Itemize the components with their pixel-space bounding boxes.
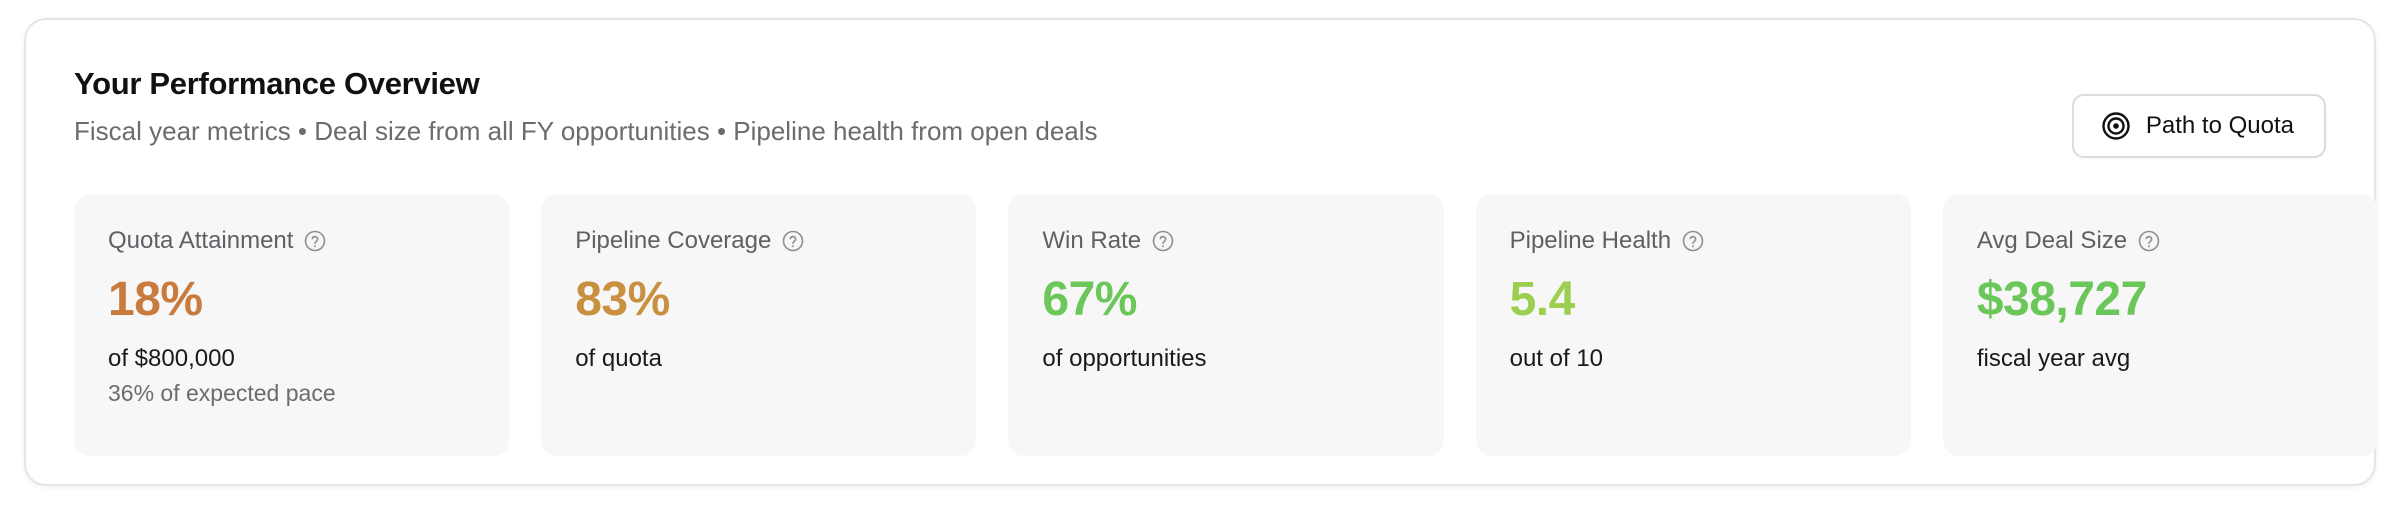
metric-label: Pipeline Health [1509,227,1672,254]
metric-value: 18% [108,273,203,326]
metric-description: of $800,000 [108,345,235,372]
metric-label: Quota Attainment [108,227,294,254]
metric-card-pipeline-coverage: Pipeline Coverage 83% of quota [541,194,977,456]
metric-value: 5.4 [1509,273,1576,326]
metric-value: 83% [575,273,670,326]
page-title: Your Performance Overview [74,66,480,101]
metric-label: Win Rate [1042,227,1142,254]
performance-overview-panel: Your Performance Overview Fiscal year me… [24,18,2379,486]
metric-card-win-rate: Win Rate 67% of opportunities [1008,194,1444,456]
metric-card-avg-deal-size: Avg Deal Size $38,727 fiscal year avg [1942,194,2379,456]
help-icon[interactable] [1151,229,1175,253]
metric-description: of opportunities [1042,345,1207,372]
help-icon[interactable] [2137,229,2161,253]
metric-cards: Quota Attainment 18% of $800,000 36% of … [74,194,2379,456]
metric-value: 67% [1042,273,1137,326]
metric-label: Pipeline Coverage [575,227,772,254]
metric-label: Avg Deal Size [1976,227,2128,254]
metric-description: of quota [575,345,662,372]
help-icon[interactable] [303,229,327,253]
metric-subtext: 36% of expected pace [108,380,336,406]
target-icon [2100,110,2132,142]
metric-description: fiscal year avg [1976,345,2131,372]
help-icon[interactable] [781,229,805,253]
metric-card-pipeline-health: Pipeline Health 5.4 out of 10 [1475,194,1911,456]
panel-header: Your Performance Overview Fiscal year me… [74,64,2326,164]
metric-description: out of 10 [1509,345,1604,372]
path-to-quota-label: Path to Quota [2145,112,2294,139]
metric-card-quota-attainment: Quota Attainment 18% of $800,000 36% of … [74,194,510,456]
path-to-quota-button[interactable]: Path to Quota [2071,94,2326,158]
metric-value: $38,727 [1976,273,2148,326]
page-subtitle: Fiscal year metrics • Deal size from all… [74,116,1098,146]
help-icon[interactable] [1681,229,1705,253]
